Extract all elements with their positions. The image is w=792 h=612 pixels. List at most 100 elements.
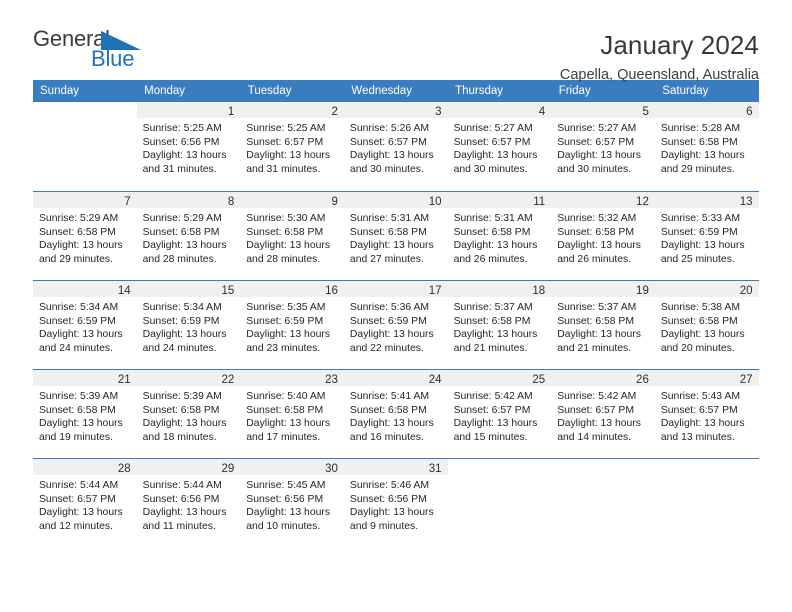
calendar-day[interactable]: 14 Sunrise: 5:34 AM Sunset: 6:59 PM Dayligh… bbox=[33, 280, 137, 369]
calendar-cell: 23 Sunrise: 5:40 AM Sunset: 6:58 PM Dayligh… bbox=[240, 369, 344, 458]
calendar-day[interactable]: 23 Sunrise: 5:40 AM Sunset: 6:58 PM Dayligh… bbox=[240, 369, 344, 458]
calendar-day[interactable]: 22 Sunrise: 5:39 AM Sunset: 6:58 PM Dayligh… bbox=[136, 369, 241, 458]
calendar-cell: 28 Sunrise: 5:44 AM Sunset: 6:57 PM Dayligh… bbox=[33, 458, 137, 547]
daylight-duration-line1: Daylight: 13 hours bbox=[39, 507, 123, 519]
day-number-band: 30 bbox=[240, 459, 344, 476]
page-header: General Blue January 2024 Capella, Queen… bbox=[33, 0, 759, 84]
sunset-time: Sunset: 6:57 PM bbox=[453, 404, 531, 416]
calendar-day[interactable]: 8 Sunrise: 5:29 AM Sunset: 6:58 PM Daylight… bbox=[136, 191, 241, 280]
day-number-band: 10 bbox=[343, 192, 448, 209]
sunrise-time: Sunrise: 5:38 AM bbox=[660, 302, 740, 313]
daylight-duration-line1: Daylight: 13 hours bbox=[349, 150, 434, 162]
day-details: Sunrise: 5:27 AM Sunset: 6:57 PM Daylight:… bbox=[551, 119, 655, 176]
calendar-cell: 5 Sunrise: 5:27 AM Sunset: 6:57 PM Daylight… bbox=[551, 102, 655, 191]
calendar-day-empty bbox=[654, 458, 759, 547]
calendar-day[interactable]: 2 Sunrise: 5:25 AM Sunset: 6:57 PM Daylight… bbox=[240, 102, 344, 191]
day-number-band: 6 bbox=[654, 102, 759, 119]
sunrise-time: Sunrise: 5:29 AM bbox=[142, 213, 222, 224]
calendar-day[interactable]: 9 Sunrise: 5:30 AM Sunset: 6:58 PM Daylight… bbox=[240, 191, 344, 280]
calendar-day[interactable]: 24 Sunrise: 5:41 AM Sunset: 6:58 PM Dayligh… bbox=[343, 369, 448, 458]
calendar-day[interactable]: 1 Sunrise: 5:25 AM Sunset: 6:56 PM Daylight… bbox=[136, 102, 241, 191]
calendar-day[interactable]: 28 Sunrise: 5:44 AM Sunset: 6:57 PM Dayligh… bbox=[33, 458, 137, 547]
calendar-cell: 7 Sunrise: 5:29 AM Sunset: 6:58 PM Daylight… bbox=[33, 191, 137, 280]
daylight-duration-line1: Daylight: 13 hours bbox=[660, 329, 745, 341]
general-blue-logo[interactable]: General Blue bbox=[33, 28, 145, 74]
daylight-duration-line1: Daylight: 13 hours bbox=[246, 507, 331, 519]
calendar-week-row: 28 Sunrise: 5:44 AM Sunset: 6:57 PM Dayligh… bbox=[33, 458, 759, 547]
day-number: 8 bbox=[227, 196, 235, 208]
calendar-week-row: 14 Sunrise: 5:34 AM Sunset: 6:59 PM Dayligh… bbox=[33, 280, 759, 369]
day-details: Sunrise: 5:25 AM Sunset: 6:57 PM Daylight:… bbox=[240, 119, 344, 176]
day-details: Sunrise: 5:29 AM Sunset: 6:58 PM Daylight:… bbox=[33, 209, 137, 266]
calendar-day[interactable]: 7 Sunrise: 5:29 AM Sunset: 6:58 PM Daylight… bbox=[33, 191, 137, 280]
daylight-duration-line2: and 29 minutes. bbox=[39, 253, 113, 265]
daylight-duration-line1: Daylight: 13 hours bbox=[349, 329, 434, 341]
day-number-band: 13 bbox=[654, 192, 759, 209]
day-details: Sunrise: 5:34 AM Sunset: 6:59 PM Daylight:… bbox=[137, 298, 241, 355]
daylight-duration-line1: Daylight: 13 hours bbox=[453, 150, 538, 162]
day-details: Sunrise: 5:31 AM Sunset: 6:58 PM Daylight:… bbox=[448, 209, 552, 266]
calendar-day[interactable]: 27 Sunrise: 5:43 AM Sunset: 6:57 PM Dayligh… bbox=[654, 369, 759, 458]
day-number: 29 bbox=[221, 463, 235, 475]
daylight-duration-line2: and 12 minutes. bbox=[39, 520, 113, 532]
sunrise-time: Sunrise: 5:25 AM bbox=[246, 123, 326, 134]
daylight-duration-line1: Daylight: 13 hours bbox=[246, 329, 331, 341]
calendar-cell bbox=[654, 458, 759, 547]
calendar-day[interactable]: 11 Sunrise: 5:31 AM Sunset: 6:58 PM Dayligh… bbox=[447, 191, 552, 280]
calendar-day[interactable]: 12 Sunrise: 5:32 AM Sunset: 6:58 PM Dayligh… bbox=[551, 191, 655, 280]
calendar-day[interactable]: 31 Sunrise: 5:46 AM Sunset: 6:56 PM Dayligh… bbox=[343, 458, 448, 547]
calendar-day[interactable]: 29 Sunrise: 5:44 AM Sunset: 6:56 PM Dayligh… bbox=[136, 458, 241, 547]
logo-text-blue: Blue bbox=[91, 46, 135, 71]
sunset-time: Sunset: 6:59 PM bbox=[39, 315, 116, 327]
sunrise-sunset-calendar: Sunday Monday Tuesday Wednesday Thursday… bbox=[33, 80, 759, 547]
day-details: Sunrise: 5:40 AM Sunset: 6:58 PM Daylight:… bbox=[240, 387, 344, 444]
calendar-day[interactable]: 18 Sunrise: 5:37 AM Sunset: 6:58 PM Dayligh… bbox=[447, 280, 552, 369]
day-details: Sunrise: 5:33 AM Sunset: 6:59 PM Daylight:… bbox=[655, 209, 759, 266]
sunset-time: Sunset: 6:58 PM bbox=[453, 226, 531, 238]
calendar-day[interactable]: 21 Sunrise: 5:39 AM Sunset: 6:58 PM Dayligh… bbox=[33, 369, 137, 458]
daylight-duration-line1: Daylight: 13 hours bbox=[349, 240, 434, 252]
calendar-day[interactable]: 20 Sunrise: 5:38 AM Sunset: 6:58 PM Dayligh… bbox=[654, 280, 759, 369]
day-details: Sunrise: 5:27 AM Sunset: 6:57 PM Daylight:… bbox=[448, 119, 552, 176]
calendar-day[interactable]: 17 Sunrise: 5:36 AM Sunset: 6:59 PM Dayligh… bbox=[343, 280, 448, 369]
daylight-duration-line2: and 19 minutes. bbox=[39, 431, 113, 443]
day-number-band: 15 bbox=[136, 281, 241, 298]
sunrise-time: Sunrise: 5:28 AM bbox=[660, 123, 740, 134]
calendar-cell bbox=[33, 102, 137, 191]
calendar-day[interactable]: 4 Sunrise: 5:27 AM Sunset: 6:57 PM Daylight… bbox=[447, 102, 552, 191]
day-details: Sunrise: 5:38 AM Sunset: 6:58 PM Daylight:… bbox=[655, 298, 759, 355]
daylight-duration-line2: and 30 minutes. bbox=[557, 163, 632, 175]
day-number: 3 bbox=[435, 106, 442, 118]
calendar-day[interactable]: 13 Sunrise: 5:33 AM Sunset: 6:59 PM Dayligh… bbox=[654, 191, 759, 280]
calendar-day[interactable]: 25 Sunrise: 5:42 AM Sunset: 6:57 PM Dayligh… bbox=[447, 369, 552, 458]
sunrise-time: Sunrise: 5:30 AM bbox=[246, 213, 326, 224]
sunset-time: Sunset: 6:58 PM bbox=[142, 226, 220, 238]
daylight-duration-line2: and 28 minutes. bbox=[142, 253, 217, 265]
calendar-day[interactable]: 26 Sunrise: 5:42 AM Sunset: 6:57 PM Dayligh… bbox=[551, 369, 655, 458]
sunrise-time: Sunrise: 5:39 AM bbox=[142, 391, 222, 402]
calendar-day[interactable]: 19 Sunrise: 5:37 AM Sunset: 6:58 PM Dayligh… bbox=[551, 280, 655, 369]
calendar-day[interactable]: 30 Sunrise: 5:45 AM Sunset: 6:56 PM Dayligh… bbox=[240, 458, 344, 547]
day-number-band: 16 bbox=[240, 281, 344, 298]
calendar-day[interactable]: 6 Sunrise: 5:28 AM Sunset: 6:58 PM Daylight… bbox=[654, 102, 759, 191]
calendar-cell: 22 Sunrise: 5:39 AM Sunset: 6:58 PM Dayligh… bbox=[136, 369, 241, 458]
calendar-day[interactable]: 15 Sunrise: 5:34 AM Sunset: 6:59 PM Dayligh… bbox=[136, 280, 241, 369]
weekday-header-sunday: Sunday bbox=[33, 80, 138, 102]
calendar-day[interactable]: 16 Sunrise: 5:35 AM Sunset: 6:59 PM Dayligh… bbox=[240, 280, 344, 369]
sunrise-time: Sunrise: 5:29 AM bbox=[39, 213, 119, 224]
day-number: 22 bbox=[221, 374, 235, 386]
sunset-time: Sunset: 6:58 PM bbox=[660, 136, 738, 148]
daylight-duration-line1: Daylight: 13 hours bbox=[660, 150, 745, 162]
sunrise-time: Sunrise: 5:42 AM bbox=[557, 391, 637, 402]
calendar-cell: 3 Sunrise: 5:26 AM Sunset: 6:57 PM Daylight… bbox=[343, 102, 448, 191]
sunset-time: Sunset: 6:56 PM bbox=[349, 493, 427, 505]
day-number: 7 bbox=[124, 196, 131, 208]
calendar-day[interactable]: 5 Sunrise: 5:27 AM Sunset: 6:57 PM Daylight… bbox=[551, 102, 655, 191]
sunset-time: Sunset: 6:58 PM bbox=[246, 226, 324, 238]
day-number: 11 bbox=[533, 196, 546, 208]
calendar-cell: 1 Sunrise: 5:25 AM Sunset: 6:56 PM Daylight… bbox=[136, 102, 241, 191]
calendar-day[interactable]: 10 Sunrise: 5:31 AM Sunset: 6:58 PM Dayligh… bbox=[343, 191, 448, 280]
calendar-day[interactable]: 3 Sunrise: 5:26 AM Sunset: 6:57 PM Daylight… bbox=[343, 102, 448, 191]
sunset-time: Sunset: 6:58 PM bbox=[557, 226, 635, 238]
day-number: 10 bbox=[428, 196, 442, 208]
